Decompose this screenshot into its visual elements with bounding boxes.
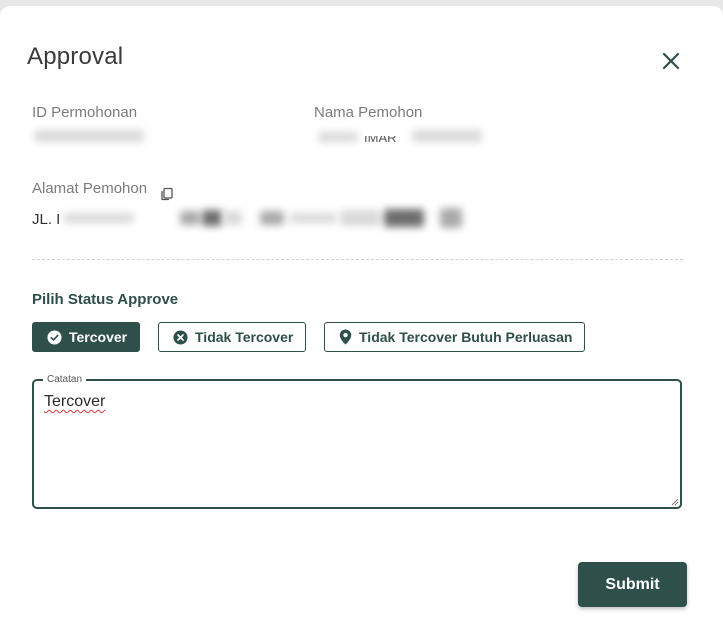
status-option-label: Tidak Tercover (195, 329, 294, 345)
status-option-label: Tercover (69, 329, 128, 345)
close-icon (662, 52, 680, 70)
alamat-value-redacted-3 (202, 210, 222, 226)
alamat-value-redacted-9 (440, 208, 462, 228)
status-option-tidak-tercover[interactable]: Tidak Tercover (158, 322, 306, 352)
x-circle-icon (173, 329, 188, 345)
nama-pemohon-value-partial: IMAR (364, 130, 397, 145)
notes-legend: Catatan (43, 373, 87, 387)
alamat-value-redacted-7 (340, 210, 380, 226)
status-option-label: Tidak Tercover Butuh Perluasan (359, 329, 573, 345)
nama-pemohon-label: Nama Pemohon (314, 104, 423, 121)
copy-icon[interactable] (160, 187, 174, 201)
alamat-value-redacted-2 (180, 211, 200, 225)
status-section-label: Pilih Status Approve (32, 291, 179, 308)
alamat-pemohon-value-partial: JL. I (32, 211, 61, 228)
approval-dialog: Approval ID Permohonan Nama Pemohon IMAR… (0, 6, 723, 624)
alamat-pemohon-label: Alamat Pemohon (32, 180, 148, 197)
close-button[interactable] (659, 49, 683, 73)
status-option-tidak-tercover-butuh-perluasan[interactable]: Tidak Tercover Butuh Perluasan (324, 322, 585, 352)
alamat-value-redacted-4 (224, 211, 242, 225)
id-permohonan-value-redacted (34, 130, 144, 142)
submit-button[interactable]: Submit (578, 562, 687, 607)
status-option-tercover[interactable]: Tercover (32, 322, 140, 352)
alamat-value-redacted-6 (290, 213, 336, 223)
notes-textarea[interactable]: Tercover (44, 393, 664, 493)
section-divider (32, 259, 683, 260)
notes-field: Catatan Tercover (32, 373, 682, 509)
location-pin-icon (339, 329, 352, 345)
resize-handle-icon[interactable] (669, 496, 679, 506)
alamat-value-redacted-5 (260, 211, 284, 225)
nama-pemohon-value-redacted-b (412, 130, 482, 142)
alamat-value-redacted-8 (384, 209, 424, 227)
id-permohonan-label: ID Permohonan (32, 104, 138, 121)
check-circle-icon (47, 329, 62, 345)
nama-pemohon-value-redacted-a (318, 132, 358, 142)
dialog-title: Approval (27, 43, 124, 70)
alamat-value-redacted-1 (64, 213, 134, 223)
